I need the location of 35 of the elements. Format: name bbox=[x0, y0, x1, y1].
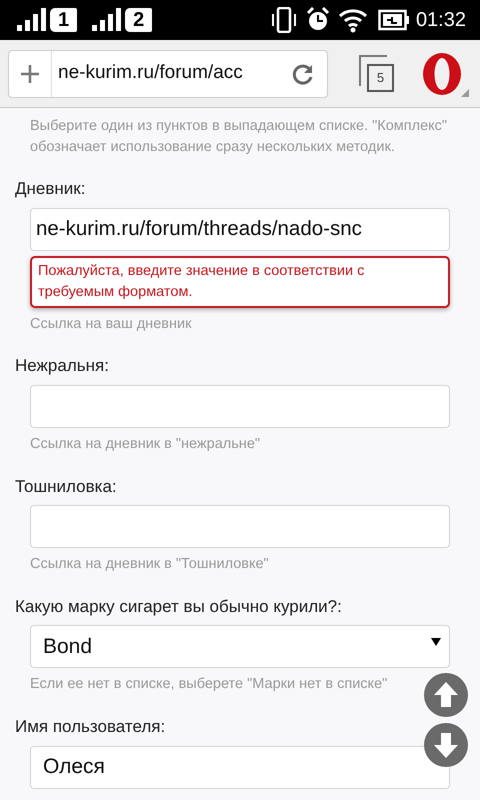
address-text: ne-kurim.ru/forum/acc bbox=[57, 61, 244, 86]
sim-slot-badge: 2 bbox=[125, 8, 152, 32]
scroll-up-button[interactable] bbox=[424, 673, 468, 717]
signal-icon bbox=[91, 8, 122, 32]
error-tooltip: Пожалуйста, введите значение в соответствии с требуемым форматом. bbox=[30, 256, 450, 308]
input-field[interactable]: ne-kurim.ru/forum/threads/nado-snc bbox=[30, 208, 450, 250]
help-text: Ссылка на ваш дневник bbox=[30, 314, 192, 334]
wifi-icon bbox=[338, 7, 368, 33]
field-label: Имя пользователя: bbox=[15, 716, 166, 738]
caret-icon bbox=[431, 638, 441, 646]
scroll-down-button[interactable] bbox=[424, 723, 468, 767]
arrow-up-icon bbox=[433, 681, 459, 709]
reload-icon[interactable] bbox=[291, 62, 315, 86]
input-field[interactable]: Олеся bbox=[30, 746, 450, 788]
clock: 01:32 bbox=[416, 8, 466, 33]
field-label: Дневник: bbox=[15, 178, 86, 200]
signal-icon bbox=[16, 8, 46, 32]
plus-icon[interactable] bbox=[20, 64, 40, 84]
address-bar[interactable]: ne-kurim.ru/forum/acc bbox=[8, 50, 328, 98]
vibrate-icon bbox=[270, 7, 298, 33]
help-text: Если ее нет в списке, выберете "Марки нет в списке" bbox=[30, 675, 388, 694]
help-text: Выберите один из пунктов в выпадающем списке. "Комплекс" обозначает использование сразу нескольких методик. bbox=[30, 117, 448, 157]
battery-charging-icon bbox=[378, 9, 410, 31]
field-label: Какую марку сигарет вы обычно курили?: bbox=[15, 596, 343, 618]
browser-logo-icon[interactable] bbox=[420, 50, 470, 96]
alarm-icon bbox=[306, 7, 330, 33]
help-text: Ссылка на дневник в "нежральне" bbox=[30, 434, 262, 454]
field-label: Нежральня: bbox=[15, 355, 110, 378]
dropdown-field[interactable]: Bond bbox=[30, 625, 450, 668]
arrow-down-icon bbox=[433, 731, 459, 759]
sim-slot-badge: 1 bbox=[50, 8, 78, 32]
field-label: Тошниловка: bbox=[15, 476, 118, 498]
input-field[interactable] bbox=[30, 505, 450, 548]
help-text: Ссылка на дневник в "Тошниловке" bbox=[30, 555, 270, 574]
input-field[interactable] bbox=[30, 384, 450, 428]
